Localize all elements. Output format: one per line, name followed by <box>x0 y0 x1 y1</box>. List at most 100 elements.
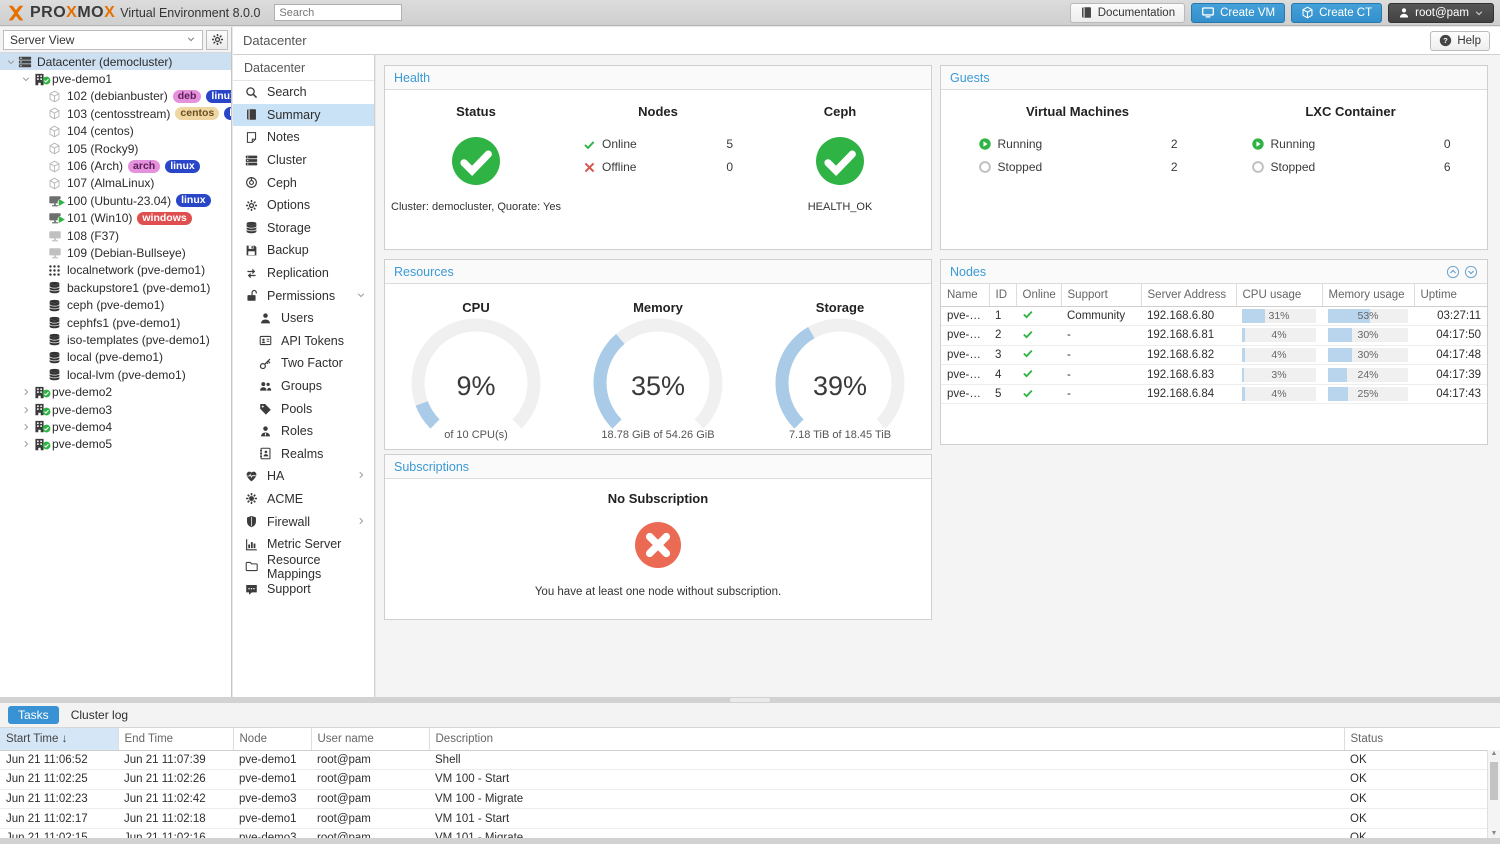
task-row[interactable]: Jun 21 11:06:52Jun 21 11:07:39pve-demo1r… <box>0 750 1500 770</box>
tasks-col-node[interactable]: Node <box>233 728 311 750</box>
tree-item[interactable]: pve-demo1 <box>0 70 231 87</box>
node-row[interactable]: pve-… 3 - 192.168.6.82 4% 30% 04:17:48 <box>941 345 1487 365</box>
tree-item[interactable]: 108 (F37) <box>0 227 231 244</box>
global-search-input[interactable] <box>274 4 402 21</box>
nav-item-backup[interactable]: Backup <box>233 239 374 262</box>
tree-item[interactable]: 107 (AlmaLinux) <box>0 175 231 192</box>
nav-item-api-tokens[interactable]: API Tokens <box>233 330 374 353</box>
node-row[interactable]: pve-… 5 - 192.168.6.84 4% 25% 04:17:43 <box>941 384 1487 404</box>
tree-item[interactable]: 100 (Ubuntu-23.04)linux <box>0 192 231 209</box>
tree-item[interactable]: 101 (Win10)windows <box>0 210 231 227</box>
node-row[interactable]: pve-… 4 - 192.168.6.83 3% 24% 04:17:39 <box>941 365 1487 385</box>
tab-tasks[interactable]: Tasks <box>8 706 59 724</box>
nav-item-users[interactable]: Users <box>233 307 374 330</box>
tree-item[interactable]: 105 (Rocky9) <box>0 140 231 157</box>
tree-item[interactable]: backupstore1 (pve-demo1) <box>0 279 231 296</box>
scrollbar-thumb[interactable] <box>1490 762 1498 800</box>
nav-item-acme[interactable]: ACME <box>233 488 374 511</box>
user-menu-button[interactable]: root@pam <box>1388 3 1494 23</box>
tree-item[interactable]: localnetwork (pve-demo1) <box>0 262 231 279</box>
nodes-col-support[interactable]: Support <box>1061 284 1141 306</box>
nav-item-cluster[interactable]: Cluster <box>233 149 374 172</box>
storage-icon <box>245 221 258 234</box>
tree-item[interactable]: local (pve-demo1) <box>0 349 231 366</box>
nav-item-notes[interactable]: Notes <box>233 126 374 149</box>
nav-item-roles[interactable]: Roles <box>233 420 374 443</box>
memory-usage-bar: 24% <box>1328 368 1408 382</box>
tree-item[interactable]: 106 (Arch)archlinux <box>0 157 231 174</box>
node-name: pve-… <box>941 365 989 385</box>
nodes-col-uptime[interactable]: Uptime <box>1414 284 1487 306</box>
status-ok-icon <box>452 137 500 185</box>
floppy-icon <box>245 244 258 257</box>
tree-item[interactable]: pve-demo3 <box>0 401 231 418</box>
nav-item-ceph[interactable]: Ceph <box>233 171 374 194</box>
tree-item[interactable]: local-lvm (pve-demo1) <box>0 366 231 383</box>
tree-item-label: 100 (Ubuntu-23.04) <box>67 194 171 208</box>
tasks-tab-bar: TasksCluster log <box>0 703 1500 728</box>
nodes-col-id[interactable]: ID <box>989 284 1016 306</box>
online-check-icon <box>1022 328 1034 340</box>
help-button[interactable]: ? Help <box>1430 31 1490 51</box>
nav-item-summary[interactable]: Summary <box>233 104 374 127</box>
nodes-col-memory-usage[interactable]: Memory usage <box>1322 284 1414 306</box>
tree-item[interactable]: 103 (centosstream)centoslinux <box>0 105 231 122</box>
collapse-down-icon[interactable] <box>1464 265 1478 279</box>
task-row[interactable]: Jun 21 11:02:17Jun 21 11:02:18pve-demo1r… <box>0 809 1500 829</box>
nav-item-options[interactable]: Options <box>233 194 374 217</box>
nodes-col-online[interactable]: Online <box>1016 284 1061 306</box>
tree-item[interactable]: iso-templates (pve-demo1) <box>0 331 231 348</box>
tree-item[interactable]: pve-demo5 <box>0 436 231 453</box>
nav-item-pools[interactable]: Pools <box>233 397 374 420</box>
memory-usage-bar: 30% <box>1328 328 1408 342</box>
chevron-right-icon <box>21 422 31 432</box>
person-icon <box>259 425 272 438</box>
tree-item[interactable]: Datacenter (democluster) <box>0 53 231 70</box>
nav-item-permissions[interactable]: Permissions <box>233 284 374 307</box>
documentation-button[interactable]: Documentation <box>1070 3 1185 23</box>
nav-item-ha[interactable]: HA <box>233 465 374 488</box>
chevron-down-icon <box>21 74 31 84</box>
nav-item-groups[interactable]: Groups <box>233 375 374 398</box>
tree-item[interactable]: ceph (pve-demo1) <box>0 296 231 313</box>
nav-item-storage[interactable]: Storage <box>233 217 374 240</box>
tasks-col-description[interactable]: Description <box>429 728 1344 750</box>
tree-item[interactable]: pve-demo4 <box>0 418 231 435</box>
nodes-col-cpu-usage[interactable]: CPU usage <box>1236 284 1322 306</box>
tree-item[interactable]: cephfs1 (pve-demo1) <box>0 314 231 331</box>
tree-item[interactable]: 102 (debianbuster)deblinux <box>0 88 231 105</box>
nodes-col-name[interactable]: Name <box>941 284 989 306</box>
task-row[interactable]: Jun 21 11:02:23Jun 21 11:02:42pve-demo3r… <box>0 789 1500 809</box>
nodes-col-server-address[interactable]: Server Address <box>1141 284 1236 306</box>
node-row[interactable]: pve-… 1 Community 192.168.6.80 31% 53% 0… <box>941 306 1487 326</box>
tree-item[interactable]: pve-demo2 <box>0 383 231 400</box>
tree-item[interactable]: 104 (centos) <box>0 123 231 140</box>
nav-item-resource-mappings[interactable]: Resource Mappings <box>233 555 374 578</box>
collapse-up-icon[interactable] <box>1446 265 1460 279</box>
view-mode-select[interactable]: Server View <box>3 30 203 50</box>
tree-item[interactable]: 109 (Debian-Bullseye) <box>0 244 231 261</box>
task-user: root@pam <box>311 809 429 829</box>
task-row[interactable]: Jun 21 11:02:25Jun 21 11:02:26pve-demo1r… <box>0 770 1500 790</box>
nav-item-two-factor[interactable]: Two Factor <box>233 352 374 375</box>
tree-item-label: backupstore1 (pve-demo1) <box>67 281 210 295</box>
splitter-grip[interactable] <box>730 698 770 702</box>
tasks-col-user-name[interactable]: User name <box>311 728 429 750</box>
resources-panel-title: Resources <box>385 260 931 284</box>
nav-item-firewall[interactable]: Firewall <box>233 510 374 533</box>
tab-cluster-log[interactable]: Cluster log <box>61 706 138 724</box>
nav-item-support[interactable]: Support <box>233 578 374 601</box>
tasks-col-status[interactable]: Status <box>1344 728 1500 750</box>
tasks-scrollbar[interactable]: ▲▼ <box>1487 750 1500 838</box>
nav-item-replication[interactable]: Replication <box>233 262 374 285</box>
tasks-col-start-time[interactable]: Start Time ↓ <box>0 728 118 750</box>
create-vm-button[interactable]: Create VM <box>1191 3 1285 23</box>
tasks-col-end-time[interactable]: End Time <box>118 728 233 750</box>
nav-item-search[interactable]: Search <box>233 81 374 104</box>
nav-item-realms[interactable]: Realms <box>233 443 374 466</box>
tree-settings-button[interactable] <box>206 30 228 50</box>
nav-item-label: Support <box>267 582 311 596</box>
create-ct-button[interactable]: Create CT <box>1291 3 1382 23</box>
node-row[interactable]: pve-… 2 - 192.168.6.81 4% 30% 04:17:50 <box>941 326 1487 346</box>
no-subscription-heading: No Subscription <box>608 491 708 506</box>
